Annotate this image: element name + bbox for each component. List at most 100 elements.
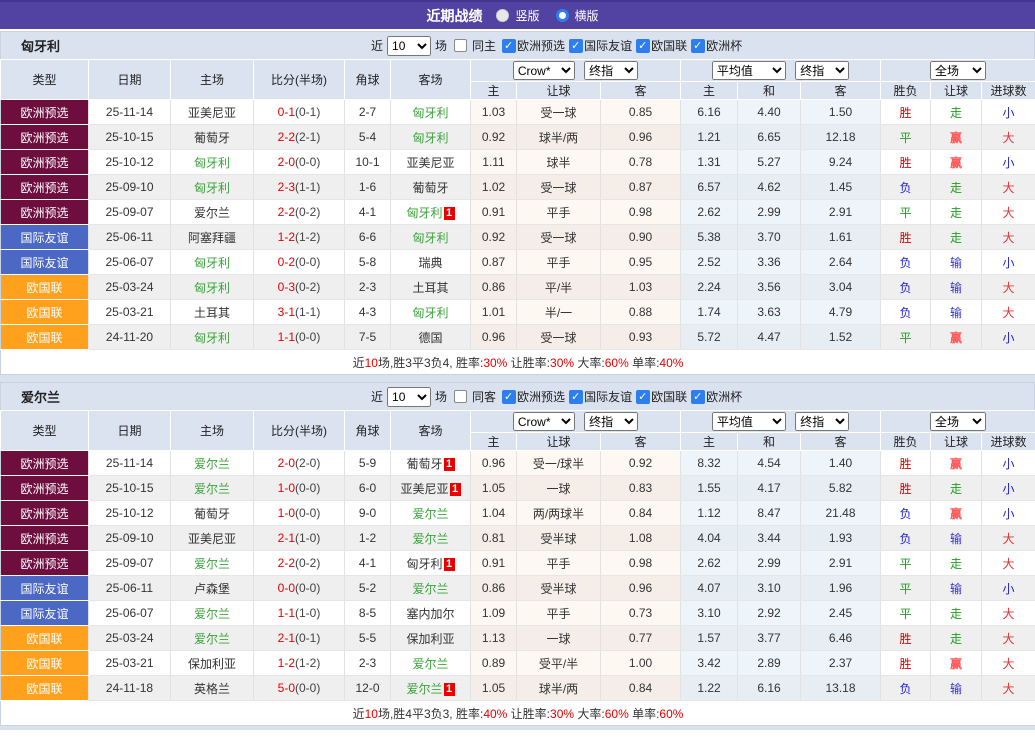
match-row: 欧国联25-03-24爱尔兰2-1(0-1)5-5保加利亚1.13一球0.771… [1, 626, 1035, 651]
result-handicap: 走 [931, 100, 982, 125]
radio-vertical-layout[interactable] [496, 9, 509, 22]
col-header-home: 主场 [171, 411, 254, 451]
same-venue-checkbox[interactable] [454, 390, 467, 403]
match-row: 欧国联25-03-21保加利亚1-2(1-2)2-3爱尔兰0.89受平/半1.0… [1, 651, 1035, 676]
sub-header-avg-away: 客 [801, 433, 881, 451]
col-header-home: 主场 [171, 60, 254, 100]
avg-away: 2.45 [801, 601, 881, 626]
odds-handicap: 两/两球半 [517, 501, 601, 526]
competition-badge: 欧洲预选 [1, 150, 89, 175]
final-average-select[interactable]: 终指 [795, 61, 849, 80]
team-section-ireland: 爱尔兰 近 10 场 同客 欧洲预选 国际友谊 欧国联 欧洲杯 [0, 382, 1035, 726]
recent-count-select[interactable]: 10 [387, 387, 431, 407]
odds-handicap: 受一球 [517, 225, 601, 250]
result-goals: 大 [982, 125, 1035, 150]
filter-bar: 近 10 场 同主 欧洲预选 国际友谊 欧国联 欧洲杯 [369, 32, 742, 59]
result-outcome: 胜 [881, 451, 931, 476]
radio-vertical-label[interactable]: 竖版 [515, 7, 539, 24]
comp-checkbox-nations-league[interactable] [636, 39, 650, 53]
comp-checkbox-euro-qual[interactable] [502, 39, 516, 53]
result-handicap: 赢 [931, 651, 982, 676]
result-handicap: 输 [931, 676, 982, 701]
match-date: 25-03-24 [89, 626, 171, 651]
col-header-date: 日期 [89, 60, 171, 100]
comp-checkbox-friendly[interactable] [569, 39, 583, 53]
odds-handicap: 受平/半 [517, 651, 601, 676]
odds-home: 0.91 [471, 200, 517, 225]
score: 1-2(1-2) [254, 225, 345, 250]
avg-home: 5.72 [681, 325, 738, 350]
result-goals: 小 [982, 501, 1035, 526]
sub-header-outcome: 胜负 [881, 433, 931, 451]
avg-away: 9.24 [801, 150, 881, 175]
match-date: 24-11-20 [89, 325, 171, 350]
sub-header-odds-away: 客 [601, 82, 681, 100]
avg-home: 1.12 [681, 501, 738, 526]
average-select[interactable]: 平均值 [712, 61, 786, 80]
odds-away: 1.00 [601, 651, 681, 676]
corners: 4-1 [345, 551, 391, 576]
home-team: 匈牙利 [171, 275, 254, 300]
red-card-badge: 1 [450, 483, 461, 496]
away-team: 保加利亚 [391, 626, 471, 651]
bookmaker-select[interactable]: Crow* [513, 61, 575, 80]
match-row: 欧洲预选25-11-14亚美尼亚0-1(0-1)2-7匈牙利1.03受一球0.8… [1, 100, 1035, 125]
odds-away: 0.85 [601, 100, 681, 125]
match-row: 欧国联25-03-24匈牙利0-3(0-2)2-3土耳其0.86平/半1.032… [1, 275, 1035, 300]
comp-checkbox-euro-cup[interactable] [691, 390, 705, 404]
comp-checkbox-nations-league[interactable] [636, 390, 650, 404]
match-row: 欧洲预选25-09-10匈牙利2-3(1-1)1-6葡萄牙1.02受一球0.87… [1, 175, 1035, 200]
radio-horizontal-layout[interactable] [556, 9, 569, 22]
odds-home: 1.09 [471, 601, 517, 626]
match-row: 国际友谊25-06-11卢森堡0-0(0-0)5-2爱尔兰0.86受半球0.96… [1, 576, 1035, 601]
odds-handicap: 平手 [517, 551, 601, 576]
bookmaker-select[interactable]: Crow* [513, 412, 575, 431]
comp-checkbox-euro-cup[interactable] [691, 39, 705, 53]
avg-away: 5.82 [801, 476, 881, 501]
home-team: 葡萄牙 [171, 125, 254, 150]
avg-draw: 3.36 [738, 250, 801, 275]
summary-row: 近10场,胜4平3负3, 胜率:40% 让胜率:30% 大率:60% 单率:60… [1, 701, 1035, 726]
result-outcome: 平 [881, 325, 931, 350]
avg-home: 4.04 [681, 526, 738, 551]
score: 1-0(0-0) [254, 501, 345, 526]
odds-away: 0.98 [601, 200, 681, 225]
odds-away: 0.96 [601, 576, 681, 601]
average-select[interactable]: 平均值 [712, 412, 786, 431]
odds-handicap: 受半球 [517, 526, 601, 551]
competition-badge: 国际友谊 [1, 250, 89, 275]
odds-handicap: 受一球 [517, 100, 601, 125]
away-team: 爱尔兰 [391, 526, 471, 551]
col-header-score: 比分(半场) [254, 60, 345, 100]
match-date: 25-09-07 [89, 200, 171, 225]
odds-home: 0.87 [471, 250, 517, 275]
avg-home: 1.74 [681, 300, 738, 325]
match-date: 25-03-21 [89, 300, 171, 325]
result-goals: 大 [982, 551, 1035, 576]
odds-handicap: 球半 [517, 150, 601, 175]
match-row: 欧国联24-11-20匈牙利1-1(0-0)7-5德国0.96受一球0.935.… [1, 325, 1035, 350]
full-match-select[interactable]: 全场 [930, 412, 986, 431]
comp-label-friendly: 国际友谊 [584, 37, 632, 54]
same-venue-label: 同客 [472, 388, 496, 405]
comp-checkbox-friendly[interactable] [569, 390, 583, 404]
comp-checkbox-euro-qual[interactable] [502, 390, 516, 404]
comp-label-euro-cup: 欧洲杯 [706, 37, 742, 54]
red-card-badge: 1 [444, 458, 455, 471]
avg-away: 2.64 [801, 250, 881, 275]
section-divider [0, 375, 1035, 382]
corners: 6-6 [345, 225, 391, 250]
full-match-select[interactable]: 全场 [930, 61, 986, 80]
recent-count-select[interactable]: 10 [387, 36, 431, 56]
same-venue-checkbox[interactable] [454, 39, 467, 52]
result-outcome: 平 [881, 125, 931, 150]
final-odds-select[interactable]: 终指 [584, 412, 638, 431]
final-odds-select[interactable]: 终指 [584, 61, 638, 80]
radio-horizontal-label[interactable]: 横版 [575, 7, 599, 24]
home-team: 爱尔兰 [171, 551, 254, 576]
sub-header-avg-home: 主 [681, 433, 738, 451]
result-goals: 大 [982, 626, 1035, 651]
home-team: 爱尔兰 [171, 626, 254, 651]
matches-table: 类型 日期 主场 比分(半场) 角球 客场 Crow* 终指 平均值 终指 [0, 410, 1035, 726]
final-average-select[interactable]: 终指 [795, 412, 849, 431]
